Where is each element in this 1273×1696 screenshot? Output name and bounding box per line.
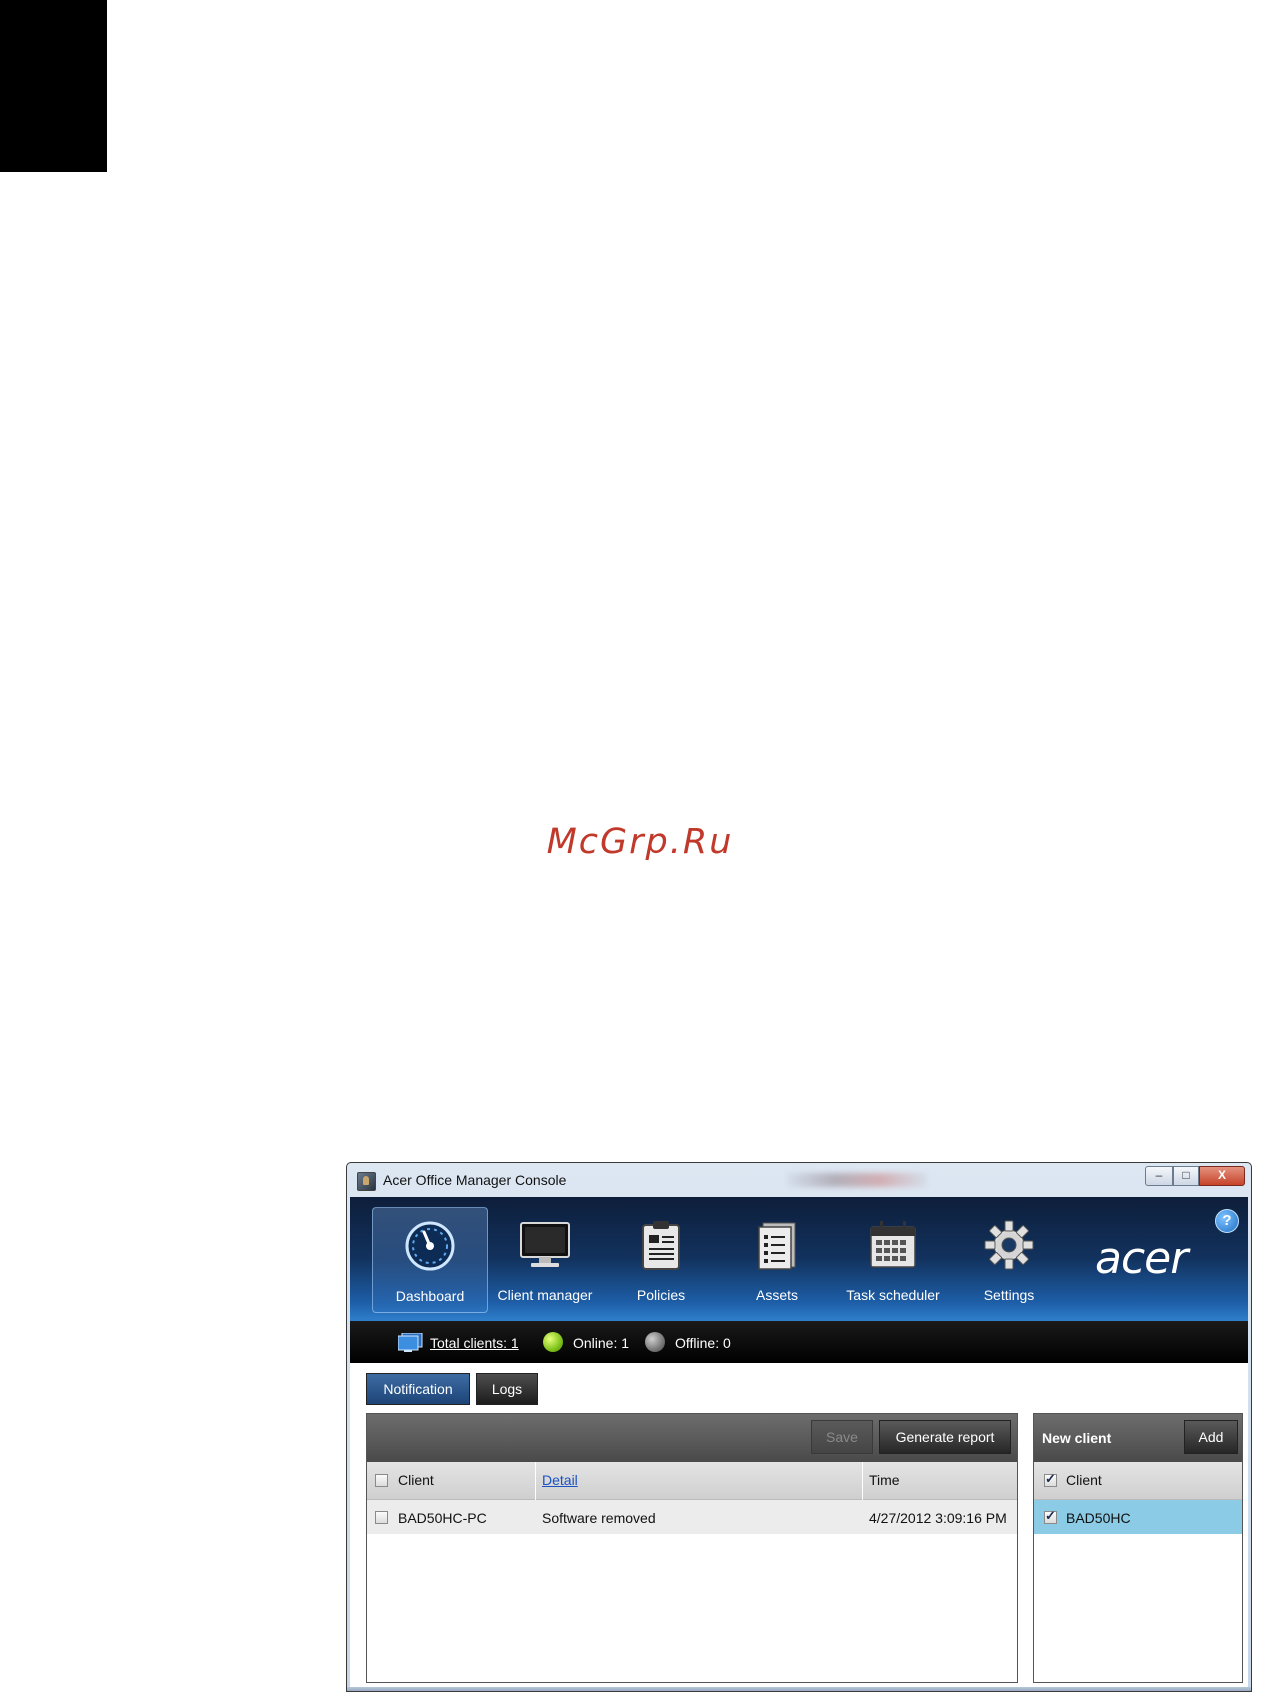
clipboard-icon [642, 1221, 680, 1270]
column-header-time[interactable]: Time [863, 1462, 1017, 1500]
close-button[interactable]: X [1199, 1166, 1245, 1186]
column-header-client[interactable]: Client [367, 1462, 535, 1500]
nav-label-assets: Assets [755, 1287, 798, 1303]
column-label-new-client: Client [1066, 1472, 1102, 1488]
row-checkbox[interactable] [375, 1511, 388, 1524]
nav-label-client-manager: Client manager [497, 1287, 593, 1303]
row-detail: Software removed [542, 1510, 656, 1526]
save-button[interactable]: Save [811, 1420, 873, 1454]
main-toolbar: Dashboard Client manager Policies Assets… [350, 1197, 1248, 1321]
add-button[interactable]: Add [1184, 1420, 1238, 1454]
black-corner-block [0, 0, 107, 172]
nav-label-settings: Settings [983, 1287, 1035, 1303]
select-all-checkbox[interactable] [375, 1474, 388, 1487]
tab-logs[interactable]: Logs [476, 1373, 538, 1405]
nav-client-manager[interactable]: Client manager [487, 1207, 603, 1313]
nav-label-dashboard: Dashboard [395, 1288, 465, 1304]
nav-label-policies: Policies [636, 1287, 686, 1303]
window-title: Acer Office Manager Console [383, 1172, 567, 1188]
gear-icon [984, 1220, 1034, 1270]
watermark: McGrp.Ru [546, 822, 734, 862]
maximize-button[interactable]: □ [1173, 1166, 1199, 1186]
notification-panel: Save Generate report Client Detail Time … [366, 1413, 1018, 1683]
notification-panel-header: Save Generate report [367, 1414, 1017, 1462]
column-label-client: Client [398, 1472, 434, 1488]
column-label-detail[interactable]: Detail [542, 1472, 578, 1488]
nav-assets[interactable]: Assets [719, 1207, 835, 1313]
nav-label-task-scheduler: Task scheduler [846, 1287, 940, 1303]
nav-policies[interactable]: Policies [603, 1207, 719, 1313]
window-bottom-border [347, 1687, 1251, 1691]
generate-report-button[interactable]: Generate report [879, 1420, 1011, 1454]
table-row[interactable]: BAD50HC-PC Software removed 4/27/2012 3:… [367, 1500, 1017, 1534]
calendar-icon [870, 1221, 916, 1268]
offline-status-icon [645, 1332, 665, 1352]
select-all-new-clients-checkbox[interactable] [1044, 1471, 1057, 1487]
column-header-detail[interactable]: Detail [536, 1462, 862, 1500]
new-client-title: New client [1042, 1430, 1112, 1446]
nav-dashboard[interactable]: Dashboard [372, 1207, 488, 1313]
new-client-name: BAD50HC [1066, 1510, 1131, 1526]
online-status-icon [543, 1332, 563, 1352]
column-label-time: Time [869, 1472, 900, 1488]
column-header-new-client[interactable]: Client [1034, 1462, 1242, 1500]
monitor-icon [520, 1222, 570, 1267]
total-clients-link[interactable]: Total clients: 1 [430, 1335, 519, 1351]
status-bar: Total clients: 1 Online: 1 Offline: 0 [350, 1321, 1248, 1363]
row-client: BAD50HC-PC [398, 1510, 487, 1526]
blurred-title-region [787, 1173, 927, 1187]
new-client-panel-header: New client Add [1034, 1414, 1242, 1462]
nav-task-scheduler[interactable]: Task scheduler [835, 1207, 951, 1313]
new-client-row-checkbox[interactable] [1044, 1508, 1057, 1524]
offline-count: Offline: 0 [675, 1335, 731, 1351]
app-icon [357, 1172, 376, 1191]
main-content: Notification Logs Save Generate report C… [350, 1363, 1248, 1689]
new-client-panel: New client Add Client BAD50HC [1033, 1413, 1243, 1683]
row-time: 4/27/2012 3:09:16 PM [869, 1510, 1007, 1526]
tab-notification[interactable]: Notification [366, 1373, 470, 1405]
acer-logo: acer [1095, 1233, 1188, 1284]
list-document-icon [758, 1222, 796, 1270]
online-count: Online: 1 [573, 1335, 630, 1351]
title-bar[interactable]: Acer Office Manager Console – □ X [347, 1163, 1251, 1197]
new-client-row[interactable]: BAD50HC [1034, 1500, 1242, 1534]
minimize-button[interactable]: – [1145, 1166, 1173, 1186]
clients-monitor-icon [398, 1333, 423, 1352]
app-window: Acer Office Manager Console – □ X Dashbo… [346, 1162, 1252, 1692]
nav-settings[interactable]: Settings [951, 1207, 1067, 1313]
dashboard-gauge-icon [405, 1221, 455, 1271]
help-icon[interactable]: ? [1215, 1209, 1239, 1233]
